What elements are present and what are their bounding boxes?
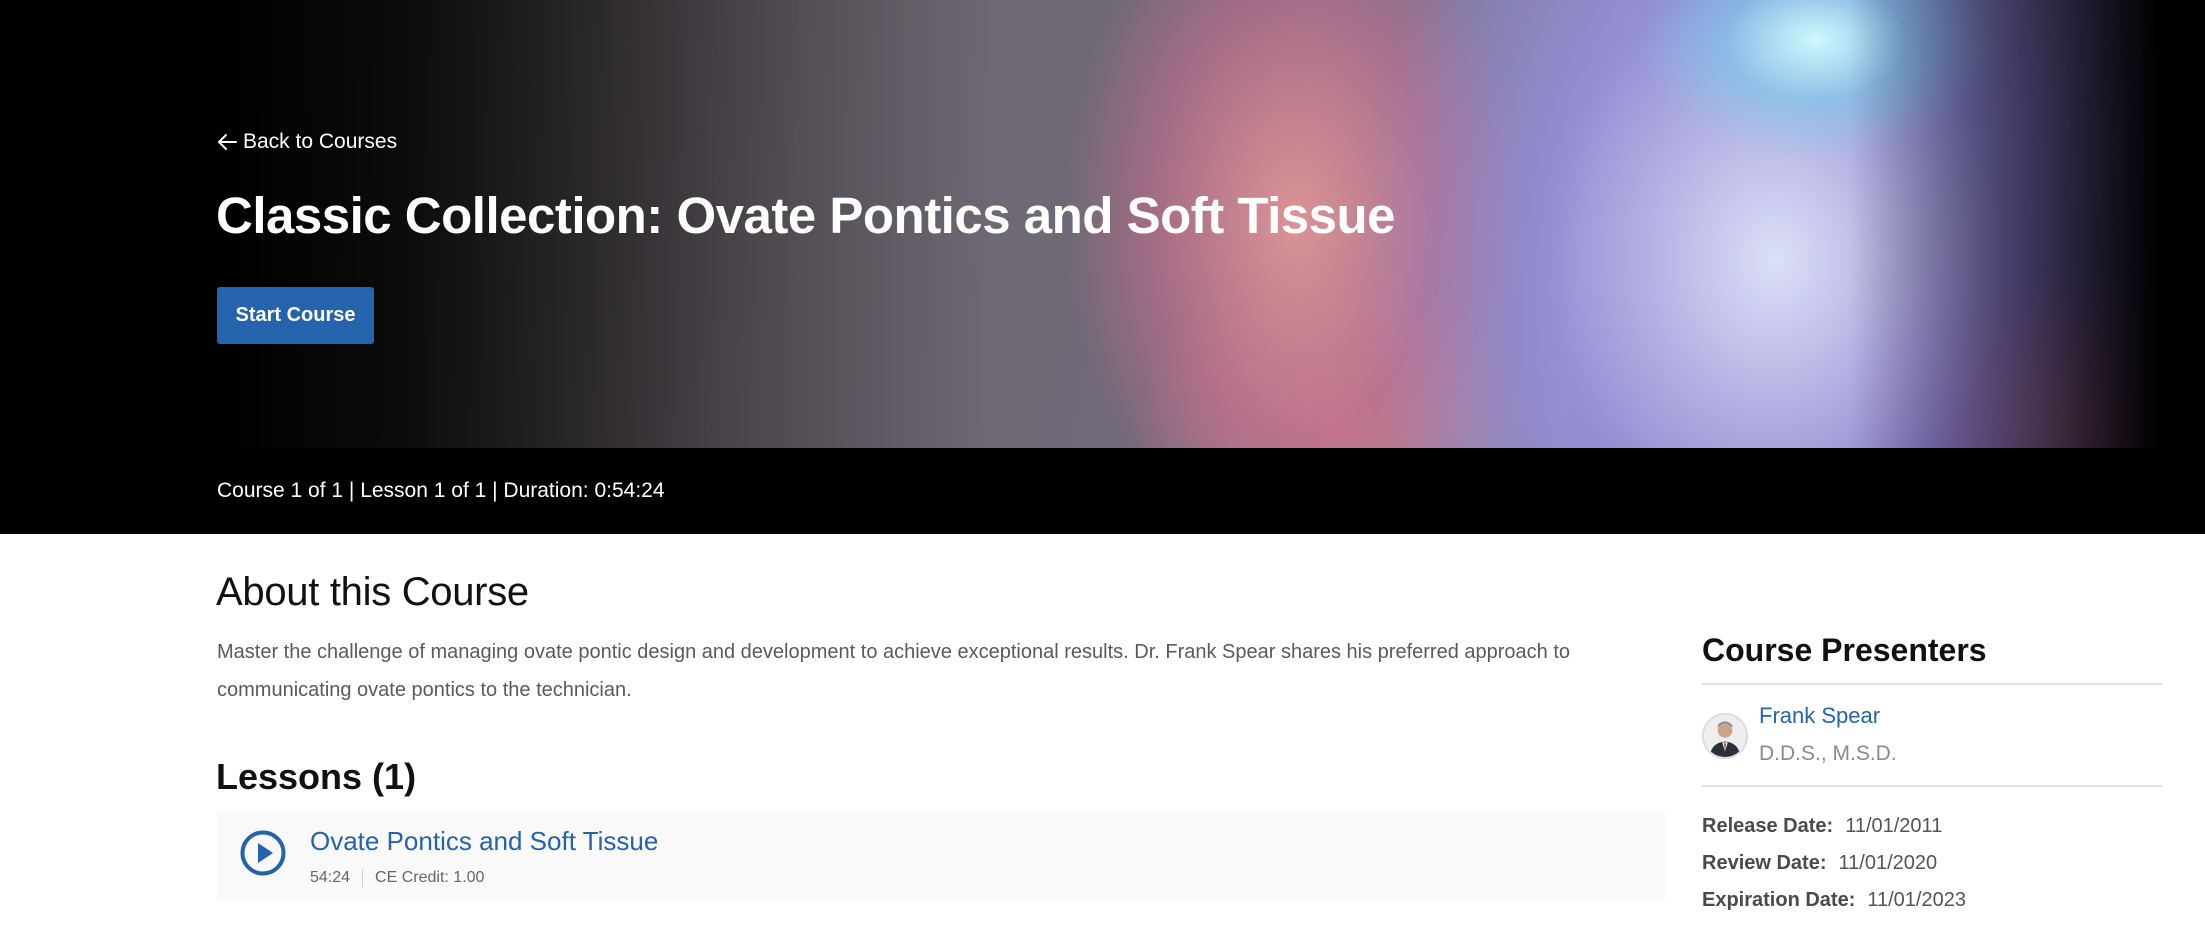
- date-value: 11/01/2020: [1838, 852, 1938, 874]
- review-date: Review Date: 11/01/2020: [1702, 852, 2162, 889]
- release-date: Release Date: 11/01/2011: [1702, 815, 2162, 852]
- date-label: Review Date:: [1702, 852, 1827, 874]
- play-circle-icon[interactable]: [239, 829, 287, 877]
- lesson-ce-credit: CE Credit: 1.00: [375, 869, 485, 886]
- back-link-label: Back to Courses: [243, 130, 398, 153]
- date-value: 11/01/2023: [1867, 889, 1966, 911]
- divider: [1702, 785, 2162, 787]
- course-dates: Release Date: 11/01/2011 Review Date: 11/0…: [1702, 815, 2162, 926]
- presenter-photo-icon: [1704, 715, 1746, 757]
- lessons-heading: Lessons (1): [216, 756, 417, 797]
- date-label: Release Date:: [1702, 815, 1834, 837]
- start-course-button[interactable]: Start Course: [217, 287, 374, 344]
- about-heading: About this Course: [216, 570, 529, 614]
- presenter-name-link[interactable]: Frank Spear: [1759, 703, 1880, 729]
- presenter-item: Frank Spear D.D.S., M.S.D.: [1702, 685, 2162, 785]
- about-description: Master the challenge of managing ovate p…: [217, 641, 1571, 701]
- lesson-duration: 54:24: [310, 869, 351, 886]
- course-sidebar: Course Presenters Frank Spear D.D.S., M.…: [1702, 620, 2162, 926]
- expiration-date: Expiration Date: 11/01/2023: [1702, 889, 2162, 926]
- arrow-left-icon: [218, 134, 237, 150]
- lesson-details: 54:24 CE Credit: 1.00: [310, 869, 484, 887]
- lesson-item[interactable]: Ovate Pontics and Soft Tissue 54:24 CE C…: [217, 812, 1666, 900]
- detail-divider: [362, 869, 364, 887]
- presenter-credentials: D.D.S., M.S.D.: [1759, 742, 1897, 765]
- back-to-courses-link[interactable]: Back to Courses: [217, 130, 397, 154]
- lesson-title-link[interactable]: Ovate Pontics and Soft Tissue: [310, 826, 658, 857]
- avatar[interactable]: [1702, 713, 1748, 759]
- date-value: 11/01/2011: [1845, 815, 1943, 837]
- course-title: Classic Collection: Ovate Pontics and So…: [216, 187, 1396, 244]
- presenters-heading: Course Presenters: [1702, 632, 1987, 668]
- date-label: Expiration Date:: [1702, 889, 1856, 911]
- course-meta: Course 1 of 1 | Lesson 1 of 1 | Duration…: [217, 479, 665, 502]
